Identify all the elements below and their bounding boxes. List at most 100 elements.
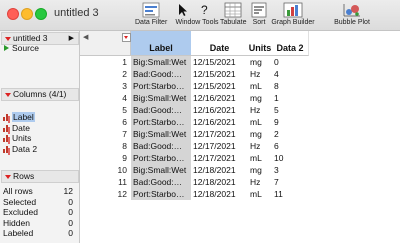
table-cell[interactable]: Hz (248, 140, 272, 152)
table-cell[interactable]: mL (248, 80, 272, 92)
table-cell[interactable]: mL (248, 188, 272, 200)
table-cell[interactable]: 12/18/2021 (191, 176, 248, 188)
table-cell[interactable]: 0 (272, 56, 308, 68)
window-tools-button[interactable] (172, 2, 192, 19)
table-cell[interactable]: Big:Small:Wet (131, 128, 191, 140)
rows-panel-header[interactable]: Rows (1, 170, 79, 183)
row-number[interactable]: 3 (80, 80, 130, 92)
table-cell[interactable]: 10 (272, 152, 308, 164)
table-cell[interactable]: mL (248, 152, 272, 164)
table-cell[interactable]: mL (248, 116, 272, 128)
table-cell[interactable]: mg (248, 92, 272, 104)
column-item-data2[interactable]: Data 2 (3, 144, 37, 154)
title-bar: untitled 3 Data Filter ? Window Tools Ta… (0, 0, 400, 31)
row-number[interactable]: 10 (80, 164, 130, 176)
table-cell[interactable]: Bad:Good:… (131, 176, 191, 188)
table-cell[interactable]: Port:Starbo… (131, 188, 191, 200)
tabulate-icon (224, 2, 242, 18)
column-header-label[interactable]: Label (131, 31, 192, 56)
nominal-column-icon (3, 114, 10, 122)
table-cell[interactable]: 9 (272, 116, 308, 128)
svg-text:?: ? (201, 3, 208, 17)
tabulate-button[interactable]: Tabulate (220, 2, 246, 26)
window-tools-label[interactable]: ? Window Tools (175, 2, 220, 26)
table-cell[interactable]: Port:Starbo… (131, 80, 191, 92)
row-number[interactable]: 6 (80, 116, 130, 128)
table-cell[interactable]: 12/15/2021 (191, 56, 248, 68)
row-number[interactable]: 8 (80, 140, 130, 152)
row-number[interactable]: 7 (80, 128, 130, 140)
table-cell[interactable]: Big:Small:Wet (131, 164, 191, 176)
table-cell[interactable]: 1 (272, 92, 308, 104)
table-cell[interactable]: Bad:Good:… (131, 68, 191, 80)
menu-triangle-icon[interactable] (5, 174, 11, 179)
columns-panel-header[interactable]: Columns (4/1) (1, 88, 79, 101)
row-number[interactable]: 2 (80, 68, 130, 80)
table-cell[interactable]: mg (248, 164, 272, 176)
table-cell[interactable]: Hz (248, 104, 272, 116)
table-menu-icon[interactable] (122, 33, 131, 42)
run-script-icon[interactable] (4, 45, 9, 51)
table-cell[interactable]: Port:Starbo… (131, 116, 191, 128)
table-cell[interactable]: 7 (272, 176, 308, 188)
sort-icon (251, 2, 267, 18)
graph-builder-button[interactable]: Graph Builder (271, 2, 315, 26)
table-cell[interactable]: 12/17/2021 (191, 128, 248, 140)
table-cell[interactable]: 12/15/2021 (191, 68, 248, 80)
table-cell[interactable]: 4 (272, 68, 308, 80)
table-cell[interactable]: 11 (272, 188, 308, 200)
rows-stat-hidden: Hidden 0 (3, 217, 73, 228)
bubble-plot-icon (343, 4, 360, 17)
row-number[interactable]: 1 (80, 56, 130, 68)
row-number[interactable]: 4 (80, 92, 130, 104)
table-cell[interactable]: Hz (248, 68, 272, 80)
row-number[interactable]: 11 (80, 176, 130, 188)
table-cell[interactable]: Big:Small:Wet (131, 92, 191, 104)
table-cell[interactable]: Port:Starbo… (131, 152, 191, 164)
column-item-label[interactable]: Label (3, 112, 35, 122)
table-cell[interactable]: 12/17/2021 (191, 140, 248, 152)
close-button[interactable] (7, 8, 19, 20)
sort-button[interactable]: Sort (250, 2, 268, 26)
minimize-button[interactable] (21, 8, 33, 20)
table-cell[interactable]: 6 (272, 140, 308, 152)
column-header-date[interactable]: Date (191, 31, 249, 56)
nominal-column-icon (3, 146, 10, 154)
table-cell[interactable]: 3 (272, 164, 308, 176)
table-cell[interactable]: 12/16/2021 (191, 116, 248, 128)
column-item-date[interactable]: Date (3, 123, 30, 133)
zoom-button[interactable] (35, 8, 47, 20)
table-cell[interactable]: 8 (272, 80, 308, 92)
table-corner[interactable]: ◀ (80, 31, 131, 56)
table-cell[interactable]: mg (248, 56, 272, 68)
table-cell[interactable]: 12/18/2021 (191, 188, 248, 200)
graph-builder-icon (283, 2, 303, 18)
data-filter-button[interactable]: Data Filter (135, 2, 167, 26)
bubble-plot-button[interactable]: Bubble Plot (334, 2, 370, 26)
table-cell[interactable]: 5 (272, 104, 308, 116)
column-header-data-2[interactable]: Data 2 (272, 31, 309, 56)
column-item-units[interactable]: Units (3, 133, 31, 143)
source-script[interactable]: Source (4, 43, 39, 53)
table-cell[interactable]: 12/17/2021 (191, 152, 248, 164)
table-cell[interactable]: Bad:Good:… (131, 140, 191, 152)
table-cell[interactable]: mg (248, 128, 272, 140)
row-number[interactable]: 9 (80, 152, 130, 164)
table-cell[interactable]: 12/16/2021 (191, 104, 248, 116)
table-cell[interactable]: 12/16/2021 (191, 92, 248, 104)
menu-triangle-icon[interactable] (5, 36, 11, 41)
back-arrow-icon[interactable]: ◀ (83, 33, 88, 41)
table-cell[interactable]: Big:Small:Wet (131, 56, 191, 68)
table-cell[interactable]: Bad:Good:… (131, 104, 191, 116)
collapse-icon[interactable]: ▶ (69, 33, 74, 44)
column-header-units[interactable]: Units (248, 31, 273, 56)
menu-triangle-icon[interactable] (5, 92, 11, 97)
table-cell[interactable]: 2 (272, 128, 308, 140)
table-cell[interactable]: 12/18/2021 (191, 164, 248, 176)
table-cell[interactable]: Hz (248, 176, 272, 188)
table-cell[interactable]: 12/15/2021 (191, 80, 248, 92)
left-panel: untitled 3 ▶ Source Columns (4/1) Label D… (0, 31, 80, 243)
rows-stat-excluded: Excluded 0 (3, 207, 73, 217)
row-number[interactable]: 12 (80, 188, 130, 200)
row-number[interactable]: 5 (80, 104, 130, 116)
